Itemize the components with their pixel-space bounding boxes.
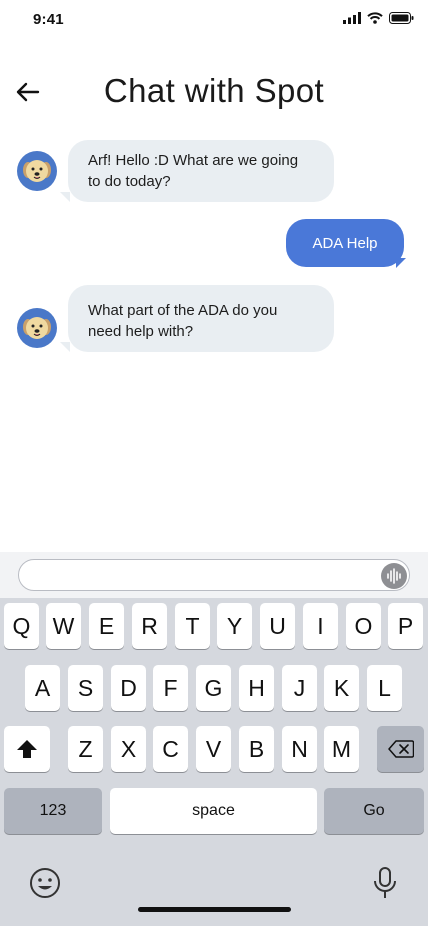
- numbers-key[interactable]: 123: [4, 788, 102, 834]
- message-text: What part of the ADA do you need help wi…: [88, 302, 278, 340]
- key-i[interactable]: I: [303, 603, 338, 649]
- keyboard-area: Q W E R T Y U I O P A S D F G H J K L Z …: [0, 552, 428, 926]
- key-d[interactable]: D: [111, 665, 146, 711]
- bubble-tail: [396, 258, 406, 268]
- delete-icon: [387, 740, 414, 758]
- message-bubble-outgoing: ADA Help: [286, 219, 404, 267]
- waveform-icon: [387, 568, 401, 584]
- key-c[interactable]: C: [153, 726, 188, 772]
- key-q[interactable]: Q: [4, 603, 39, 649]
- microphone-icon: [374, 867, 396, 898]
- dog-avatar: [17, 151, 57, 191]
- key-a[interactable]: A: [25, 665, 60, 711]
- key-w[interactable]: W: [46, 603, 81, 649]
- battery-icon: [389, 12, 414, 24]
- key-x[interactable]: X: [111, 726, 146, 772]
- delete-key[interactable]: [377, 726, 424, 772]
- space-key[interactable]: space: [110, 788, 317, 834]
- voice-input-button[interactable]: [381, 563, 407, 589]
- message-text: ADA Help: [312, 235, 378, 252]
- dog-icon: [23, 317, 51, 339]
- key-s[interactable]: S: [68, 665, 103, 711]
- key-z[interactable]: Z: [68, 726, 103, 772]
- message-bubble-incoming: What part of the ADA do you need help wi…: [68, 285, 334, 352]
- key-t[interactable]: T: [175, 603, 210, 649]
- wifi-icon: [367, 12, 383, 24]
- key-y[interactable]: Y: [217, 603, 252, 649]
- key-r[interactable]: R: [132, 603, 167, 649]
- key-b[interactable]: B: [239, 726, 274, 772]
- bubble-tail: [60, 192, 70, 202]
- key-l[interactable]: L: [367, 665, 402, 711]
- message-bubble-incoming: Arf! Hello :D What are we going to do to…: [68, 140, 334, 202]
- key-m[interactable]: M: [324, 726, 359, 772]
- page-title: Chat with Spot: [103, 72, 325, 109]
- key-n[interactable]: N: [282, 726, 317, 772]
- home-indicator[interactable]: [138, 907, 291, 912]
- key-g[interactable]: G: [196, 665, 231, 711]
- emoji-icon: [30, 868, 60, 898]
- shift-icon: [17, 740, 37, 758]
- dog-icon: [23, 160, 51, 182]
- shift-key[interactable]: [4, 726, 50, 772]
- status-time: 9:41: [33, 11, 64, 28]
- key-h[interactable]: H: [239, 665, 274, 711]
- chat-header: Chat with Spot: [0, 60, 428, 124]
- key-u[interactable]: U: [260, 603, 295, 649]
- composer-bar: [0, 552, 428, 598]
- emoji-button[interactable]: [28, 866, 62, 900]
- key-f[interactable]: F: [153, 665, 188, 711]
- dog-avatar: [17, 308, 57, 348]
- key-j[interactable]: J: [282, 665, 317, 711]
- status-bar: 9:41: [0, 0, 428, 44]
- key-v[interactable]: V: [196, 726, 231, 772]
- key-o[interactable]: O: [346, 603, 381, 649]
- message-input[interactable]: [18, 559, 410, 591]
- key-p[interactable]: P: [388, 603, 423, 649]
- key-k[interactable]: K: [324, 665, 359, 711]
- go-key[interactable]: Go: [324, 788, 424, 834]
- message-text: Arf! Hello :D What are we going to do to…: [88, 152, 299, 190]
- key-e[interactable]: E: [89, 603, 124, 649]
- status-icons: [343, 12, 414, 24]
- dictation-button[interactable]: [371, 866, 399, 900]
- signal-icon: [343, 12, 361, 24]
- bubble-tail: [60, 342, 70, 352]
